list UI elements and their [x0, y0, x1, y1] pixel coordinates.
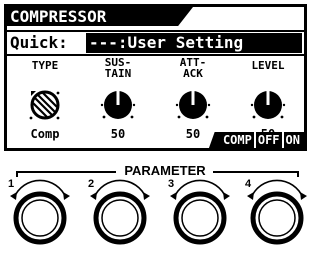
param-type-value: Comp — [30, 127, 60, 141]
knob-number-1: 1 — [8, 178, 15, 190]
comp-status-bar: COMP OFF ON — [208, 132, 304, 148]
rotary-knob-icon — [247, 179, 307, 245]
sustain-knob-icon[interactable] — [100, 87, 136, 123]
attack-knob-icon[interactable] — [175, 87, 211, 123]
parameter-bracket-right — [297, 171, 299, 177]
title-bar: COMPRESSOR — [7, 7, 193, 26]
parameter-knob-4[interactable]: 4 — [245, 178, 309, 248]
quick-value-field[interactable]: ---:User Setting — [86, 33, 302, 53]
rotary-knob-icon — [90, 179, 150, 245]
knob-number-2: 2 — [88, 178, 95, 190]
parameter-label: PARAMETER — [124, 163, 206, 178]
param-level-label: LEVEL — [251, 59, 285, 72]
param-type-label: TYPE — [31, 59, 59, 72]
rotary-knob-icon — [10, 179, 70, 245]
knob-number-3: 3 — [168, 178, 175, 190]
param-attack[interactable]: ATT- ACK 50 — [158, 56, 228, 140]
param-sustain[interactable]: SUS- TAIN 50 — [83, 56, 153, 141]
status-comp: COMP — [222, 133, 252, 147]
parameter-line-right — [213, 171, 299, 173]
screen-title: COMPRESSOR — [10, 7, 107, 26]
quick-setting-row[interactable]: Quick: ---:User Setting — [7, 30, 304, 56]
knob-number-4: 4 — [245, 178, 252, 190]
status-on[interactable]: ON — [281, 132, 302, 148]
param-type[interactable]: TYPE Comp — [10, 57, 80, 141]
parameter-header: PARAMETER — [8, 163, 307, 179]
level-knob-icon[interactable] — [250, 87, 286, 123]
lcd-display: COMPRESSOR Quick: ---:User Setting TYPE — [4, 4, 307, 151]
param-attack-label: ATT- ACK — [179, 56, 207, 80]
parameter-line-left — [16, 171, 116, 173]
rotary-knob-icon — [170, 179, 230, 245]
type-selector-icon[interactable] — [27, 87, 63, 123]
param-sustain-value: 50 — [110, 127, 126, 141]
parameter-knob-2[interactable]: 2 — [88, 178, 152, 248]
param-sustain-label: SUS- TAIN — [104, 56, 132, 80]
parameter-knob-3[interactable]: 3 — [168, 178, 232, 248]
param-level[interactable]: LEVEL 50 — [233, 57, 303, 140]
status-off[interactable]: OFF — [253, 132, 282, 148]
quick-value: ---:User Setting — [89, 33, 244, 52]
quick-label: Quick: — [10, 33, 68, 52]
parameter-knob-1[interactable]: 1 — [8, 178, 72, 248]
